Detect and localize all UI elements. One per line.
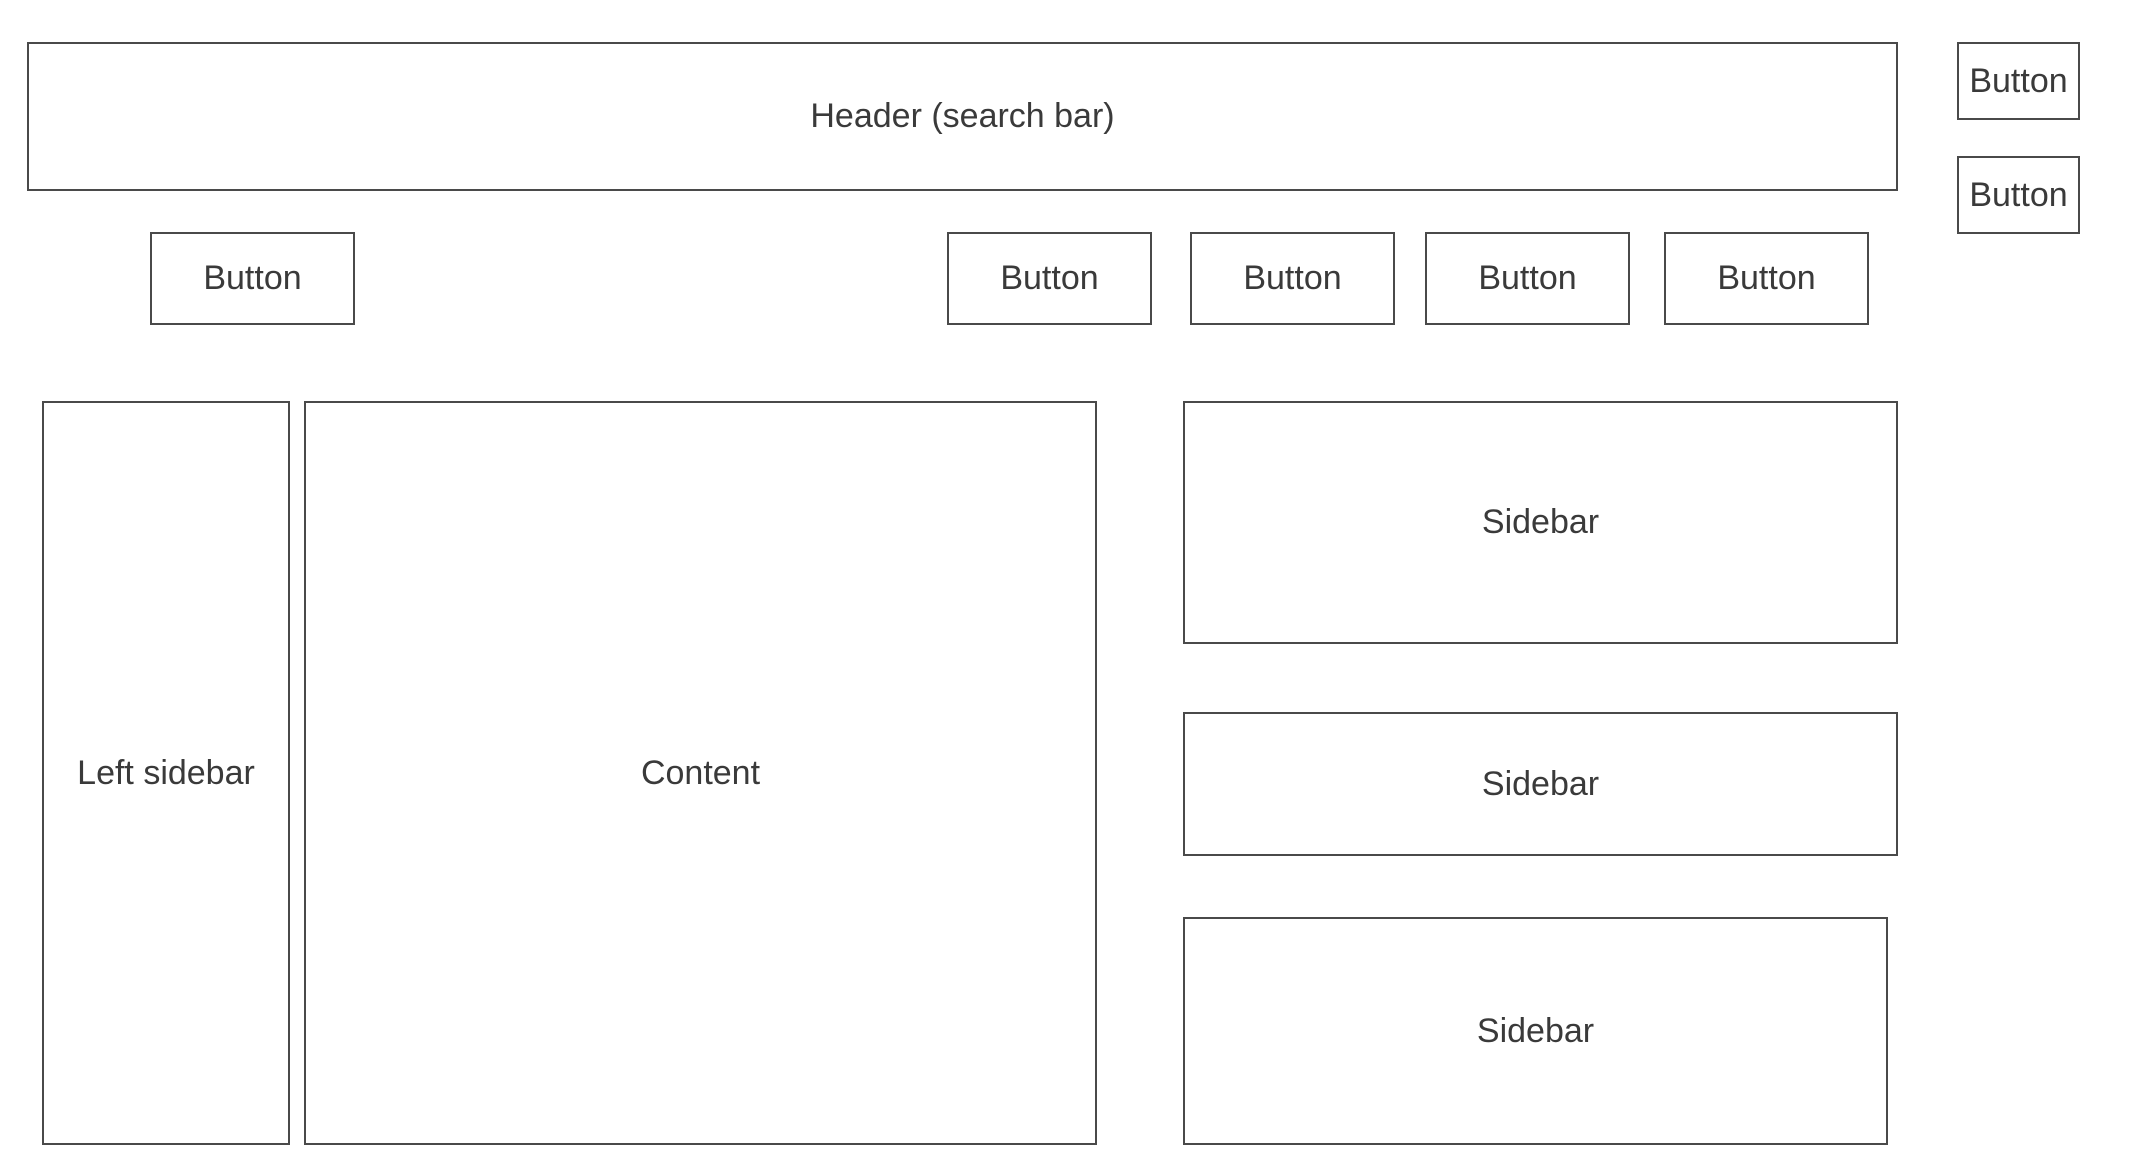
header-search-bar[interactable]: Header (search bar) bbox=[27, 42, 1898, 191]
content-panel: Content bbox=[304, 401, 1097, 1145]
left-sidebar: Left sidebar bbox=[42, 401, 290, 1145]
right-sidebar-2: Sidebar bbox=[1183, 712, 1898, 856]
toolbar-button-4[interactable]: Button bbox=[1425, 232, 1630, 325]
right-sidebar-2-label: Sidebar bbox=[1481, 764, 1600, 803]
toolbar-button-5-label: Button bbox=[1717, 259, 1816, 298]
toolbar-button-3[interactable]: Button bbox=[1190, 232, 1395, 325]
top-right-button-1-label: Button bbox=[1969, 61, 2068, 100]
toolbar-button-2[interactable]: Button bbox=[947, 232, 1152, 325]
header-label: Header (search bar) bbox=[810, 97, 1115, 136]
toolbar-button-1-label: Button bbox=[203, 259, 302, 298]
top-right-button-2-label: Button bbox=[1969, 175, 2068, 214]
top-right-button-1[interactable]: Button bbox=[1957, 42, 2080, 120]
toolbar-button-3-label: Button bbox=[1243, 259, 1342, 298]
right-sidebar-1: Sidebar bbox=[1183, 401, 1898, 644]
content-label: Content bbox=[640, 753, 761, 792]
right-sidebar-3: Sidebar bbox=[1183, 917, 1888, 1145]
right-sidebar-3-label: Sidebar bbox=[1476, 1011, 1595, 1050]
left-sidebar-label: Left sidebar bbox=[77, 753, 255, 792]
toolbar-button-5[interactable]: Button bbox=[1664, 232, 1869, 325]
right-sidebar-1-label: Sidebar bbox=[1481, 503, 1600, 542]
toolbar-button-4-label: Button bbox=[1478, 259, 1577, 298]
top-right-button-2[interactable]: Button bbox=[1957, 156, 2080, 234]
toolbar-button-1[interactable]: Button bbox=[150, 232, 355, 325]
toolbar-button-2-label: Button bbox=[1000, 259, 1099, 298]
